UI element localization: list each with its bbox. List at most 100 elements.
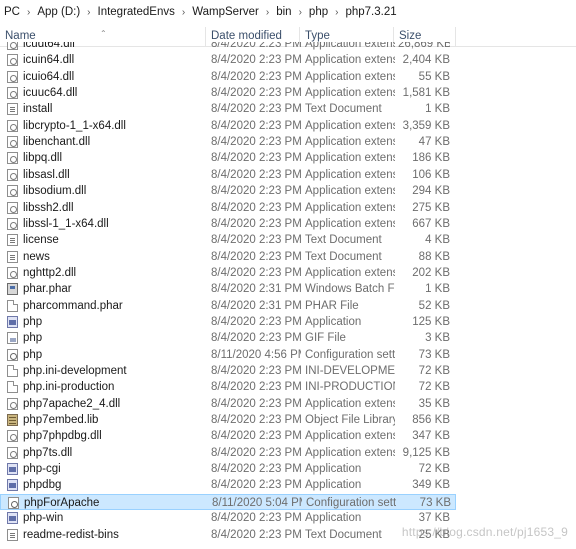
batch-file-icon: [7, 283, 18, 296]
file-date-modified: 8/4/2020 2:23 PM: [211, 512, 301, 525]
file-row[interactable]: php 8/11/2020 4:56 PM Configuration sett..…: [0, 347, 456, 363]
file-name: libcrypto-1_1-x64.dll: [23, 119, 126, 132]
breadcrumb-separator-icon[interactable]: ›: [27, 7, 30, 18]
application-icon: [7, 463, 18, 476]
file-date-modified: 8/4/2020 2:23 PM: [211, 479, 301, 492]
file-date-modified: 8/4/2020 2:23 PM: [211, 365, 301, 377]
file-row[interactable]: php7ts.dll 8/4/2020 2:23 PM Application ex…: [0, 445, 456, 461]
file-name: php7phpdbg.dll: [23, 430, 102, 443]
file-size: 3,359 KB: [402, 119, 450, 132]
file-size: 347 KB: [412, 430, 450, 443]
breadcrumb-separator-icon[interactable]: ›: [87, 7, 90, 18]
file-type: Text Document: [305, 528, 382, 541]
file-row[interactable]: php7apache2_4.dll 8/4/2020 2:23 PM Applica…: [0, 396, 456, 412]
column-header-type-label: Type: [305, 30, 330, 42]
file-type: Application extens...: [305, 217, 395, 230]
dll-icon: [7, 152, 18, 165]
dll-icon: [7, 54, 18, 67]
file-row[interactable]: php-cgi 8/4/2020 2:23 PM Application 72 KB: [0, 461, 456, 477]
file-size: 9,125 KB: [402, 446, 450, 459]
file-type: Application extens...: [305, 201, 395, 214]
file-name: php: [23, 348, 43, 361]
file-size: 73 KB: [419, 496, 451, 509]
breadcrumb-item[interactable]: IntegratedEnvs: [98, 6, 175, 18]
text-icon: [7, 234, 18, 247]
file-name: php-cgi: [23, 463, 61, 476]
file-type: Application extens...: [305, 136, 395, 149]
breadcrumb-separator-icon[interactable]: ›: [266, 7, 269, 18]
file-row[interactable]: icuio64.dll 8/4/2020 2:23 PM Application e…: [0, 69, 456, 85]
column-header-name-label: Name: [5, 30, 36, 42]
file-type: Application: [305, 512, 362, 525]
file-row[interactable]: php7embed.lib 8/4/2020 2:23 PM Object File…: [0, 412, 456, 428]
file-size: 52 KB: [418, 299, 450, 312]
file-size: 4 KB: [425, 234, 450, 247]
file-row[interactable]: phpForApache 8/11/2020 5:04 PM Configurati…: [0, 493, 456, 510]
file-row[interactable]: readme-redist-bins 8/4/2020 2:23 PM Text D…: [0, 527, 456, 543]
file-row[interactable]: libsodium.dll 8/4/2020 2:23 PM Application…: [0, 183, 456, 199]
dll-icon: [7, 185, 18, 198]
file-row[interactable]: php 8/4/2020 2:23 PM Application 125 KB: [0, 314, 456, 330]
file-type: Text Document: [305, 250, 382, 263]
dll-icon: [7, 42, 18, 50]
file-row[interactable]: icuuc64.dll 8/4/2020 2:23 PM Application e…: [0, 85, 456, 101]
file-row[interactable]: pharcommand.phar 8/4/2020 2:31 PM PHAR Fil…: [0, 298, 456, 314]
file-icon: [7, 381, 18, 394]
breadcrumb-separator-icon[interactable]: ›: [335, 7, 338, 18]
file-row[interactable]: php7phpdbg.dll 8/4/2020 2:23 PM Applicatio…: [0, 428, 456, 444]
file-row[interactable]: libsasl.dll 8/4/2020 2:23 PM Application e…: [0, 167, 456, 183]
file-row[interactable]: phar.phar 8/4/2020 2:31 PM Windows Batch F…: [0, 281, 456, 297]
file-size: 186 KB: [412, 152, 450, 165]
file-list: icudt64.dll 8/4/2020 2:23 PM Application e…: [0, 42, 576, 549]
file-row[interactable]: license 8/4/2020 2:23 PM Text Document 4 KB: [0, 232, 456, 248]
file-row[interactable]: install 8/4/2020 2:23 PM Text Document 1 KB: [0, 101, 456, 117]
file-type: Object File Library: [305, 414, 395, 427]
file-row[interactable]: nghttp2.dll 8/4/2020 2:23 PM Application e…: [0, 265, 456, 281]
file-row[interactable]: libcrypto-1_1-x64.dll 8/4/2020 2:23 PM App…: [0, 118, 456, 134]
file-row[interactable]: php.ini-development 8/4/2020 2:23 PM INI-D…: [0, 363, 456, 379]
file-name: libssh2.dll: [23, 201, 74, 214]
file-row[interactable]: php 8/4/2020 2:23 PM GIF File 3 KB: [0, 330, 456, 346]
file-row[interactable]: php.ini-production 8/4/2020 2:23 PM INI-PR…: [0, 379, 456, 395]
file-date-modified: 8/4/2020 2:23 PM: [211, 168, 301, 181]
file-row[interactable]: libpq.dll 8/4/2020 2:23 PM Application ext…: [0, 150, 456, 166]
file-type: Application: [305, 463, 362, 476]
breadcrumb-item[interactable]: App (D:): [37, 6, 80, 18]
breadcrumb-item[interactable]: WampServer: [192, 6, 259, 18]
breadcrumb-item[interactable]: php: [309, 6, 328, 18]
file-name: php7embed.lib: [23, 414, 99, 427]
file-date-modified: 8/4/2020 2:23 PM: [211, 315, 301, 328]
file-type: Application extens...: [305, 430, 395, 443]
breadcrumb-item[interactable]: bin: [276, 6, 291, 18]
file-row[interactable]: phpdbg 8/4/2020 2:23 PM Application 349 KB: [0, 477, 456, 493]
breadcrumb-item[interactable]: PC: [4, 6, 20, 18]
breadcrumb-separator-icon[interactable]: ›: [299, 7, 302, 18]
breadcrumb-separator-icon[interactable]: ›: [182, 7, 185, 18]
text-icon: [7, 528, 18, 541]
file-type: Application: [305, 315, 362, 328]
dll-icon: [7, 446, 18, 459]
file-type: Application extens...: [305, 119, 395, 132]
file-row[interactable]: icudt64.dll 8/4/2020 2:23 PM Application e…: [0, 42, 456, 52]
file-date-modified: 8/11/2020 5:04 PM: [212, 496, 302, 509]
breadcrumb-item[interactable]: php7.3.21: [345, 6, 396, 18]
config-file-icon: [8, 496, 19, 509]
file-type: Text Document: [305, 234, 382, 247]
file-name: icuuc64.dll: [23, 87, 78, 100]
file-name: php.ini-production: [23, 381, 115, 394]
file-size: 294 KB: [412, 185, 450, 198]
file-row[interactable]: php-win 8/4/2020 2:23 PM Application 37 KB: [0, 510, 456, 526]
file-row[interactable]: libssl-1_1-x64.dll 8/4/2020 2:23 PM Applic…: [0, 216, 456, 232]
file-row[interactable]: libssh2.dll 8/4/2020 2:23 PM Application e…: [0, 200, 456, 216]
file-row[interactable]: news 8/4/2020 2:23 PM Text Document 88 KB: [0, 249, 456, 265]
file-type: Application extens...: [305, 397, 395, 410]
file-size: 26,869 KB: [398, 42, 450, 50]
file-size: 73 KB: [418, 348, 450, 361]
file-row[interactable]: icuin64.dll 8/4/2020 2:23 PM Application e…: [0, 52, 456, 68]
file-type: Application extens...: [305, 185, 395, 198]
file-row[interactable]: libenchant.dll 8/4/2020 2:23 PM Applicatio…: [0, 134, 456, 150]
dll-icon: [7, 201, 18, 214]
file-size: 3 KB: [425, 332, 450, 345]
file-name: phpForApache: [24, 496, 100, 509]
file-date-modified: 8/4/2020 2:23 PM: [211, 136, 301, 149]
